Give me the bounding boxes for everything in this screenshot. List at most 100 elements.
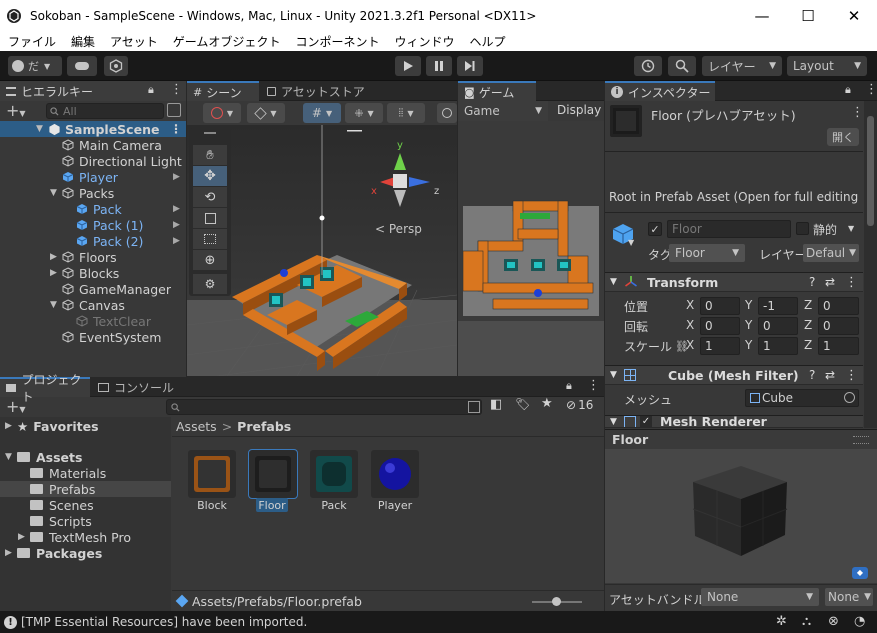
asset-pack[interactable] bbox=[310, 450, 358, 498]
tree-item-materials[interactable]: Materials bbox=[30, 465, 106, 481]
expand-arrow-icon[interactable]: ▶ bbox=[50, 252, 62, 262]
expand-arrow-icon[interactable]: ▼ bbox=[610, 370, 624, 380]
pause-button[interactable] bbox=[426, 56, 452, 76]
hierarchy-item-textclear[interactable]: TextClear bbox=[0, 313, 186, 329]
hierarchy-item-gamemanager[interactable]: GameManager bbox=[0, 281, 186, 297]
chevron-right-icon[interactable]: ▶ bbox=[173, 204, 180, 214]
hierarchy-item-player[interactable]: Player ▶ bbox=[0, 169, 186, 185]
scale-tool-button[interactable] bbox=[193, 208, 227, 228]
menu-assets[interactable]: アセット bbox=[102, 33, 165, 50]
grid-snap-dropdown[interactable]: # ▼ bbox=[303, 103, 341, 123]
chevron-right-icon[interactable]: ▶ bbox=[173, 220, 180, 230]
label-tag-icon[interactable]: ◆ bbox=[852, 567, 868, 579]
tree-item-assets[interactable]: ▼ Assets bbox=[5, 449, 82, 465]
tab-console[interactable]: コンソール bbox=[92, 377, 182, 397]
breadcrumb-prefabs[interactable]: Prefabs bbox=[237, 419, 291, 434]
scene-visibility-icon[interactable] bbox=[167, 103, 181, 117]
tab-inspector[interactable]: i インスペクター bbox=[605, 81, 715, 101]
display-dropdown[interactable]: Display bbox=[557, 103, 601, 117]
scrollbar-thumb[interactable] bbox=[867, 116, 874, 226]
pos-z-field[interactable]: 0 bbox=[818, 297, 859, 315]
tree-item-textmesh-pro[interactable]: ▶ TextMesh Pro bbox=[18, 529, 131, 545]
play-button[interactable] bbox=[395, 56, 421, 76]
tree-item-prefabs[interactable]: Prefabs bbox=[0, 481, 171, 497]
asset-bundle-dropdown[interactable]: None ▼ bbox=[701, 588, 819, 606]
collab-button[interactable] bbox=[104, 56, 128, 76]
chevron-right-icon[interactable]: ▶ bbox=[173, 236, 180, 246]
rot-x-field[interactable]: 0 bbox=[700, 317, 740, 335]
lock-icon[interactable]: 🔒︎ bbox=[148, 83, 154, 97]
status-message[interactable]: [TMP Essential Resources] have been impo… bbox=[21, 615, 307, 629]
tab-asset-store[interactable]: アセットストア bbox=[261, 81, 381, 101]
progress-icon[interactable]: ◔ bbox=[854, 614, 865, 629]
expand-arrow-icon[interactable]: ▶ bbox=[18, 532, 30, 542]
transform-header[interactable]: ▼ Transform ? ⇄ ⋮ bbox=[605, 272, 863, 292]
expand-arrow-icon[interactable]: ▼ bbox=[5, 452, 17, 462]
kebab-menu-icon[interactable]: ⋮ bbox=[170, 82, 183, 97]
minimize-button[interactable]: — bbox=[739, 0, 785, 31]
asset-floor[interactable] bbox=[248, 449, 298, 499]
open-prefab-button[interactable]: 開く bbox=[827, 128, 859, 146]
chevron-down-icon[interactable]: ▼ bbox=[848, 224, 854, 233]
expand-arrow-icon[interactable]: ▶ bbox=[50, 268, 62, 278]
snap-increment-dropdown[interactable]: ⁜ ▼ bbox=[345, 103, 383, 123]
filter-type-icon[interactable]: ◧ bbox=[490, 397, 502, 412]
lock-icon[interactable]: 🔒︎ bbox=[845, 83, 851, 97]
scene-more-button[interactable] bbox=[437, 103, 457, 123]
tab-game[interactable]: ◙ ゲーム bbox=[458, 81, 536, 101]
hand-tool-button[interactable]: ✋︎ bbox=[193, 145, 227, 165]
hierarchy-item-directional-light[interactable]: Directional Light bbox=[0, 153, 186, 169]
enabled-checkbox[interactable]: ✓ bbox=[640, 416, 652, 427]
menu-edit[interactable]: 編集 bbox=[63, 33, 102, 50]
preset-icon[interactable]: ⇄ bbox=[825, 368, 835, 382]
tree-item-scenes[interactable]: Scenes bbox=[30, 497, 94, 513]
asset-bundle-variant-dropdown[interactable]: None ▼ bbox=[825, 588, 873, 606]
hierarchy-item-pack-1[interactable]: Pack (1) ▶ bbox=[0, 217, 186, 233]
static-checkbox[interactable] bbox=[796, 222, 809, 235]
kebab-menu-icon[interactable]: ⋮ bbox=[845, 275, 858, 290]
draw-mode-dropdown[interactable]: ▼ bbox=[203, 103, 241, 123]
name-field[interactable]: Floor bbox=[667, 220, 791, 238]
game-mode-dropdown[interactable]: Game ▼ bbox=[458, 101, 548, 121]
expand-arrow-icon[interactable]: ▼ bbox=[610, 277, 624, 287]
inspector-scrollbar[interactable] bbox=[864, 101, 877, 428]
cache-icon[interactable]: ⊗ bbox=[828, 614, 839, 629]
custom-tool-button[interactable]: ⚙︎ bbox=[193, 274, 227, 294]
mesh-object-field[interactable]: Cube bbox=[745, 389, 859, 407]
project-add-button[interactable]: +▼ bbox=[6, 397, 26, 416]
overlay-grip[interactable] bbox=[204, 132, 216, 134]
help-icon[interactable]: ? bbox=[809, 368, 815, 382]
scale-z-field[interactable]: 1 bbox=[818, 337, 859, 355]
tree-item-scripts[interactable]: Scripts bbox=[30, 513, 92, 529]
menu-help[interactable]: ヘルプ bbox=[461, 33, 512, 50]
expand-arrow-icon[interactable]: ▼ bbox=[610, 417, 624, 427]
hierarchy-item-samplescene[interactable]: ▼ SampleScene ⋮ bbox=[0, 121, 186, 137]
chevron-right-icon[interactable]: ▶ bbox=[173, 172, 180, 182]
increment-snap-dropdown[interactable]: ⦙⦙ ▼ bbox=[387, 103, 425, 123]
cloud-button[interactable] bbox=[67, 56, 97, 76]
preset-icon[interactable]: ⇄ bbox=[825, 275, 835, 289]
add-button[interactable]: +▼ bbox=[6, 101, 26, 120]
tab-hierarchy[interactable]: ヒエラルキー bbox=[0, 81, 186, 101]
rect-tool-button[interactable] bbox=[193, 229, 227, 249]
prefab-preview[interactable] bbox=[605, 449, 877, 583]
pos-x-field[interactable]: 0 bbox=[700, 297, 740, 315]
expand-arrow-icon[interactable]: ▼ bbox=[50, 188, 62, 198]
persp-label[interactable]: < Persp bbox=[375, 222, 422, 236]
expand-arrow-icon[interactable]: ▼ bbox=[50, 300, 62, 310]
favorite-star-icon[interactable]: ★ bbox=[541, 396, 553, 411]
move-tool-button[interactable]: ✥ bbox=[193, 166, 227, 186]
zoom-slider-handle[interactable] bbox=[552, 597, 561, 606]
mesh-filter-header[interactable]: ▼ Cube (Mesh Filter) ? ⇄ ⋮ bbox=[605, 365, 863, 385]
pos-y-field[interactable]: -1 bbox=[758, 297, 798, 315]
hierarchy-item-packs[interactable]: ▼ Packs bbox=[0, 185, 186, 201]
network-icon[interactable]: ⛬ bbox=[802, 614, 811, 629]
transform-tool-button[interactable]: ⊕ bbox=[193, 250, 227, 270]
layout-dropdown[interactable]: Layout ▼ bbox=[787, 56, 867, 76]
hierarchy-item-pack-2[interactable]: Pack (2) ▶ bbox=[0, 233, 186, 249]
tab-scene[interactable]: # シーン bbox=[187, 81, 259, 101]
kebab-menu-icon[interactable]: ⋮ bbox=[587, 378, 600, 393]
scale-y-field[interactable]: 1 bbox=[758, 337, 798, 355]
menu-file[interactable]: ファイル bbox=[0, 33, 63, 50]
chevron-down-icon[interactable]: ▼ bbox=[628, 238, 634, 247]
